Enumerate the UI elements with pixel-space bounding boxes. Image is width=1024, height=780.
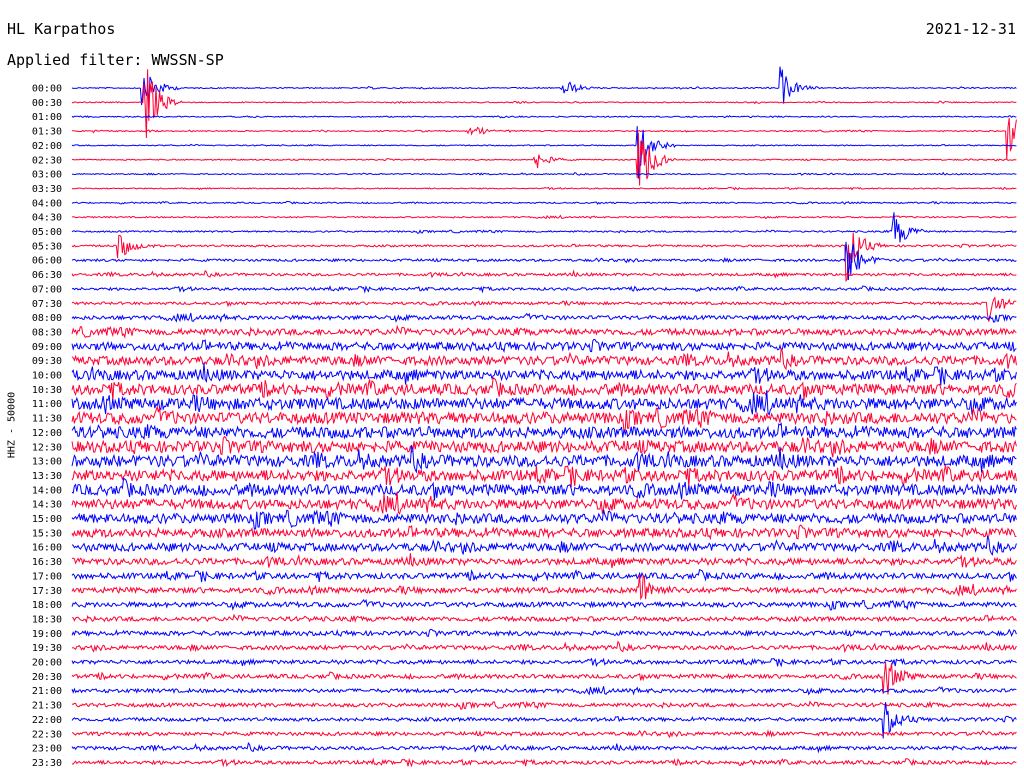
time-tick-label: 05:30: [32, 241, 62, 252]
trace-row: [71, 114, 1017, 119]
trace-row: [71, 269, 1017, 279]
trace-row: [71, 465, 1017, 488]
time-tick-label: 15:00: [32, 514, 62, 525]
seismogram-traces: [71, 66, 1017, 768]
time-tick-label: 14:30: [32, 500, 62, 511]
trace-row: [71, 117, 1017, 160]
time-tick-label: 15:30: [32, 528, 62, 539]
time-tick-label: 21:00: [32, 686, 62, 697]
trace-row: [71, 324, 1017, 339]
time-tick-label: 18:00: [32, 600, 62, 611]
time-tick-label: 07:00: [32, 284, 62, 295]
trace-row: [71, 662, 1017, 695]
time-tick-label: 18:30: [32, 614, 62, 625]
time-tick-label: 19:30: [32, 643, 62, 654]
time-tick-label: 00:30: [32, 98, 62, 109]
trace-row: [71, 348, 1017, 371]
trace-row: [71, 729, 1017, 739]
seismogram-plot: 00:00 00:30 01:00 01:30 02:00 02:30 03:00 03:30…: [32, 66, 1017, 769]
time-tick-label: 21:30: [32, 701, 62, 712]
trace-row: [71, 686, 1017, 696]
time-tick-label: 10:00: [32, 371, 62, 382]
trace-row: [71, 598, 1017, 611]
time-tick-label: 04:30: [32, 213, 62, 224]
time-tick-label: 16:00: [32, 543, 62, 554]
trace-row: [71, 509, 1017, 530]
time-tick-label: 08:30: [32, 327, 62, 338]
time-tick-label: 20:00: [32, 658, 62, 669]
trace-row: [71, 285, 1017, 294]
trace-row: [71, 657, 1017, 668]
time-tick-label: 06:00: [32, 256, 62, 267]
time-tick-label: 11:30: [32, 414, 62, 425]
trace-row: [71, 640, 1017, 654]
trace-row: [71, 435, 1017, 458]
trace-row: [71, 568, 1017, 583]
time-tick-label: 07:30: [32, 299, 62, 310]
time-tick-labels: 00:00 00:30 01:00 01:30 02:00 02:30 03:00 03:30…: [32, 84, 62, 769]
trace-row: [71, 232, 1017, 283]
time-tick-label: 08:00: [32, 313, 62, 324]
trace-row: [71, 338, 1017, 353]
trace-row: [71, 66, 1017, 106]
time-tick-label: 10:30: [32, 385, 62, 396]
time-tick-label: 16:30: [32, 557, 62, 568]
time-tick-label: 20:30: [32, 672, 62, 683]
time-tick-label: 00:00: [32, 84, 62, 95]
time-tick-label: 13:30: [32, 471, 62, 482]
time-tick-label: 17:00: [32, 571, 62, 582]
time-tick-label: 23:30: [32, 758, 62, 769]
time-tick-label: 02:30: [32, 155, 62, 166]
trace-row: [71, 171, 1017, 176]
trace-row: [71, 405, 1017, 432]
trace-row: [71, 422, 1017, 441]
trace-row: [71, 700, 1017, 710]
time-tick-label: 14:00: [32, 485, 62, 496]
time-tick-label: 17:30: [32, 586, 62, 597]
trace-row: [71, 535, 1017, 556]
time-tick-label: 19:00: [32, 629, 62, 640]
time-tick-label: 06:30: [32, 270, 62, 281]
time-tick-label: 03:30: [32, 184, 62, 195]
time-tick-label: 11:00: [32, 399, 62, 410]
trace-row: [71, 69, 1017, 139]
time-tick-label: 22:30: [32, 729, 62, 740]
trace-row: [71, 214, 1017, 220]
time-tick-label: 13:00: [32, 457, 62, 468]
trace-row: [71, 524, 1017, 541]
trace-row: [71, 757, 1017, 768]
time-tick-label: 02:00: [32, 141, 62, 152]
trace-row: [71, 312, 1017, 323]
time-tick-label: 22:00: [32, 715, 62, 726]
trace-row: [71, 200, 1017, 206]
time-tick-label: 12:30: [32, 442, 62, 453]
time-tick-label: 09:00: [32, 342, 62, 353]
time-tick-label: 12:00: [32, 428, 62, 439]
trace-row: [71, 362, 1017, 386]
time-tick-label: 05:00: [32, 227, 62, 238]
trace-row: [72, 553, 1017, 569]
time-tick-label: 01:00: [32, 112, 62, 123]
time-tick-label: 03:00: [32, 170, 62, 181]
trace-row: [71, 741, 1017, 754]
trace-row: [71, 613, 1017, 624]
trace-row: [71, 376, 1017, 401]
time-tick-label: 01:30: [32, 127, 62, 138]
time-tick-label: 23:00: [32, 744, 62, 755]
trace-row: [71, 628, 1017, 638]
time-tick-label: 09:30: [32, 356, 62, 367]
trace-row: [71, 186, 1017, 191]
trace-row: [71, 132, 1017, 186]
time-tick-label: 04:00: [32, 198, 62, 209]
trace-row: [71, 126, 1017, 179]
